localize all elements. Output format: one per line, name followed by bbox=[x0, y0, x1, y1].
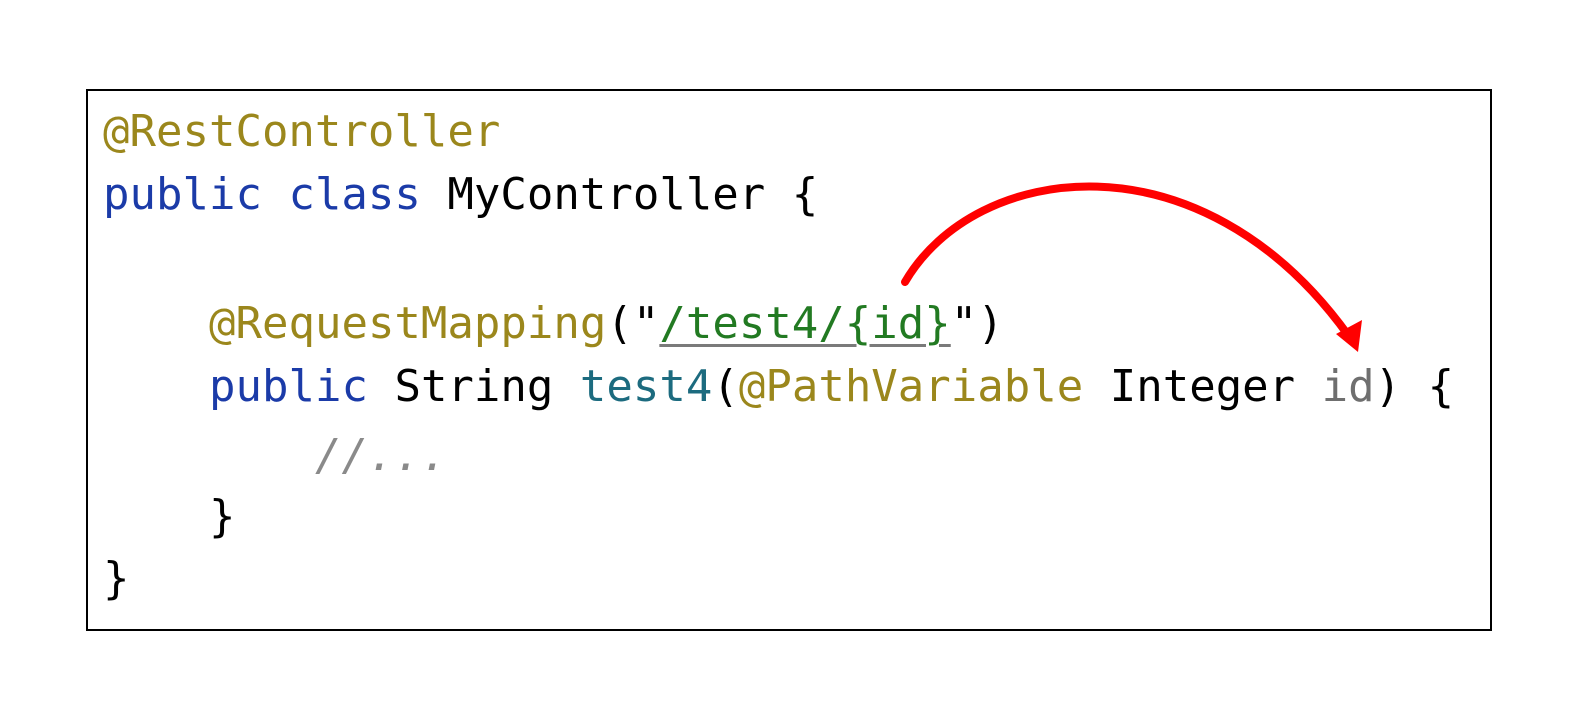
arrow-curve bbox=[901, 182, 1352, 339]
mapping-arrow bbox=[901, 182, 1362, 352]
